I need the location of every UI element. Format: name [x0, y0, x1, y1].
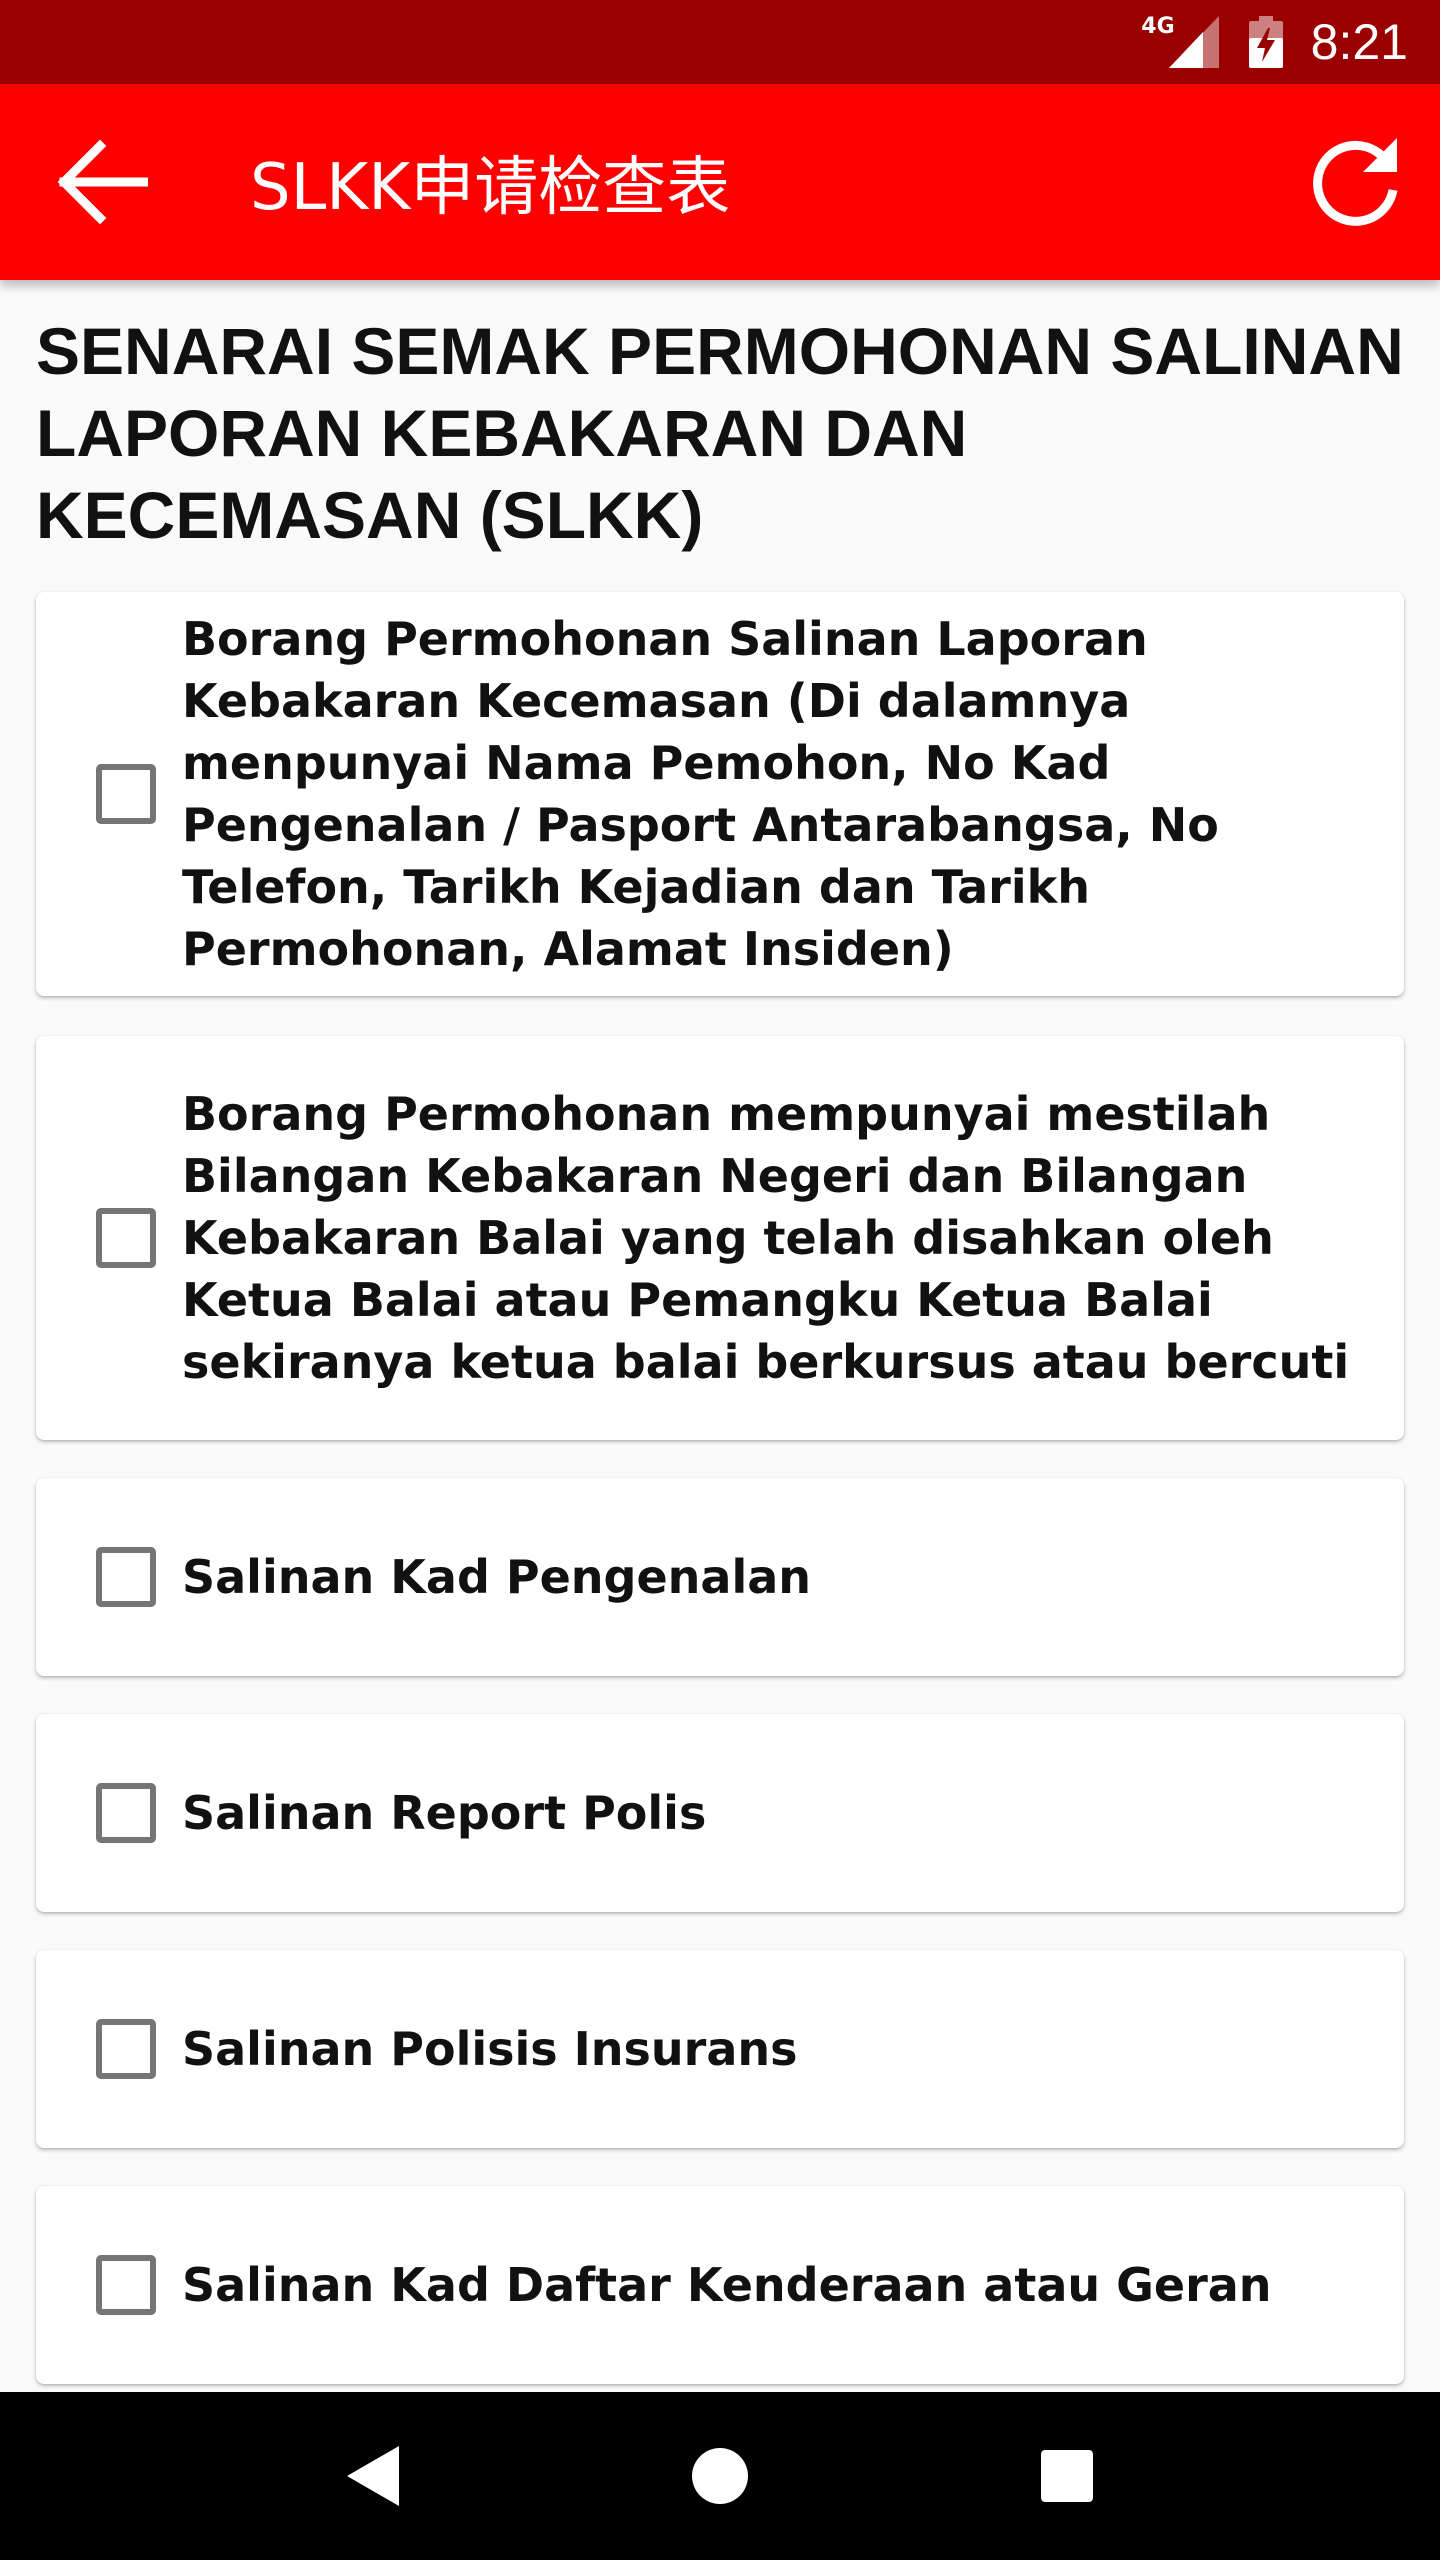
checklist-item[interactable]: Borang Permohonan Salinan Laporan Kebaka… — [36, 592, 1404, 996]
system-nav-bar — [0, 2392, 1440, 2560]
status-bar: 4G 8:21 — [0, 0, 1440, 84]
triangle-back-icon — [347, 2446, 400, 2506]
checklist-item-label: Borang Permohonan mempunyai mestilah Bil… — [182, 1087, 1350, 1389]
checklist-item-label: Salinan Kad Pengenalan — [182, 1550, 812, 1604]
checklist-item[interactable]: Salinan Report Polis — [36, 1714, 1404, 1912]
checklist-content[interactable]: SENARAI SEMAK PERMOHONAN SALINAN LAPORAN… — [0, 280, 1440, 2392]
checklist-item[interactable]: Salinan Kad Pengenalan — [36, 1478, 1404, 1676]
checklist-item-label: Salinan Polisis Insurans — [182, 2022, 798, 2076]
signal-icon — [1168, 16, 1219, 68]
checklist-item[interactable]: Borang Permohonan mempunyai mestilah Bil… — [36, 1036, 1404, 1440]
checkbox[interactable] — [96, 1208, 156, 1268]
app-bar: SLKK申请检查表 — [0, 84, 1440, 280]
page-title: SLKK申请检查表 — [250, 151, 731, 225]
status-time: 8:21 — [1310, 14, 1408, 70]
checklist-heading: SENARAI SEMAK PERMOHONAN SALINAN LAPORAN… — [36, 314, 1404, 552]
arrow-left-icon — [57, 139, 148, 225]
back-button[interactable] — [50, 132, 150, 232]
checklist-item-label: Salinan Kad Daftar Kenderaan atau Geran — [182, 2258, 1272, 2312]
nav-home-button[interactable] — [675, 2431, 765, 2521]
checklist-item-label: Borang Permohonan Salinan Laporan Kebaka… — [182, 612, 1219, 976]
refresh-button[interactable] — [1300, 127, 1410, 237]
checklist-item[interactable]: Salinan Polisis Insurans — [36, 1950, 1404, 2148]
refresh-icon — [1313, 138, 1398, 226]
checklist-item[interactable]: Salinan Kad Daftar Kenderaan atau Geran — [36, 2186, 1404, 2384]
checkbox[interactable] — [96, 2019, 156, 2079]
nav-recents-button[interactable] — [1022, 2431, 1112, 2521]
checkbox[interactable] — [96, 1547, 156, 1607]
checkbox[interactable] — [96, 1783, 156, 1843]
nav-back-button[interactable] — [328, 2431, 418, 2521]
circle-home-icon — [691, 2448, 748, 2504]
square-recents-icon — [1040, 2450, 1093, 2502]
battery-charging-icon — [1248, 16, 1283, 68]
checkbox[interactable] — [96, 764, 156, 824]
checkbox[interactable] — [96, 2255, 156, 2315]
checklist-item-label: Salinan Report Polis — [182, 1786, 707, 1840]
